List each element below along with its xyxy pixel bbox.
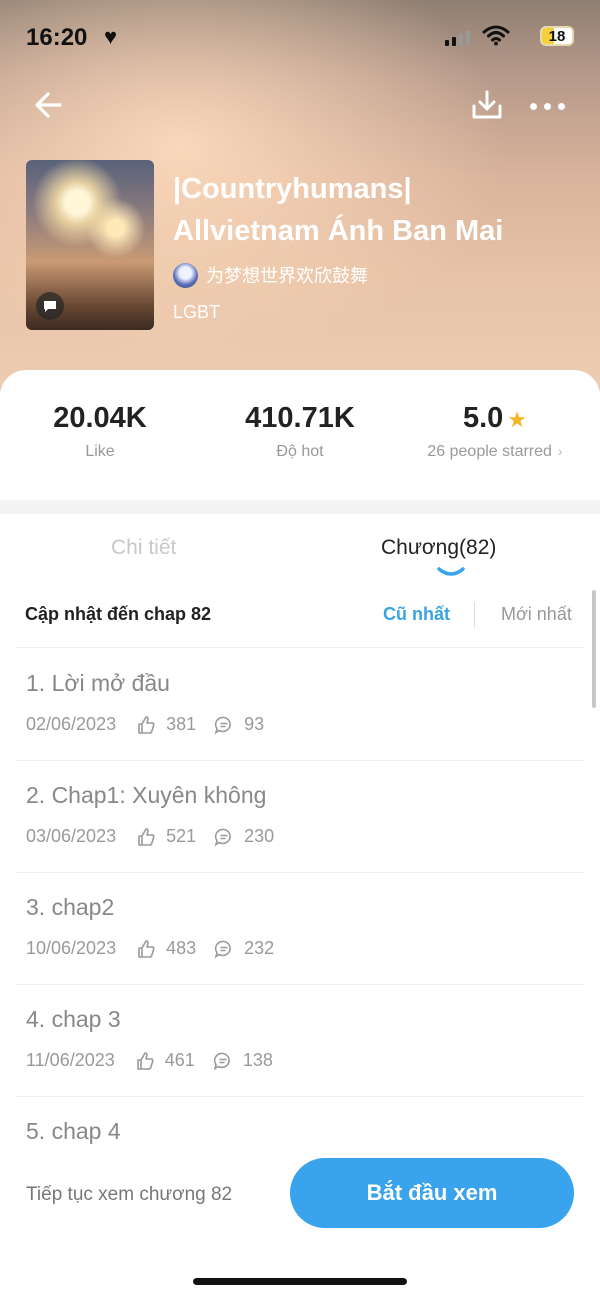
update-status: Cập nhật đến chap 82 bbox=[25, 604, 212, 624]
stats-card: 20.04K Like 410.71K Độ hot 5.0 ★ 26 peopl… bbox=[0, 370, 600, 500]
back-arrow-icon[interactable] bbox=[32, 88, 66, 122]
chapter-date: 10/06/2023 bbox=[26, 938, 117, 958]
chapter-meta: 02/06/2023 381 93 bbox=[26, 714, 264, 735]
stat-hot: 410.71K Độ hot bbox=[225, 402, 375, 461]
section-divider bbox=[0, 500, 600, 514]
chapter-likes: 461 bbox=[164, 1050, 195, 1070]
book-cover[interactable] bbox=[26, 160, 154, 330]
thumbs-up-icon bbox=[138, 939, 155, 958]
comment-icon bbox=[214, 828, 232, 846]
chapter-comments: 232 bbox=[244, 938, 275, 958]
rating-value: 5.0 bbox=[462, 402, 504, 434]
chapter-title: 2. Chap1: Xuyên không bbox=[26, 782, 267, 808]
stat-rating[interactable]: 5.0 ★ 26 people starred › bbox=[410, 402, 580, 461]
chapter-title: 4. chap 3 bbox=[26, 1006, 121, 1032]
likes-count: 20.04K bbox=[53, 402, 147, 434]
continue-reading-text[interactable]: Tiếp tục xem chương 82 bbox=[26, 1184, 232, 1206]
chapter-likes: 521 bbox=[166, 826, 197, 846]
tab-active-indicator bbox=[437, 567, 465, 576]
author-avatar bbox=[173, 262, 198, 288]
chapter-date: 02/06/2023 bbox=[26, 714, 117, 734]
stat-likes: 20.04K Like bbox=[30, 402, 170, 461]
book-title: |Countryhumans| Allvietnam Ánh Ban Mai bbox=[173, 168, 573, 252]
chapter-title: 5. chap 4 bbox=[26, 1118, 121, 1144]
book-title-line1: |Countryhumans| bbox=[173, 173, 412, 205]
chapter-item[interactable]: 1. Lời mở đầu 02/06/2023 381 93 bbox=[16, 648, 584, 761]
thumbs-up-icon bbox=[136, 1051, 154, 1070]
chapter-title: 1. Lời mở đầu bbox=[26, 670, 170, 696]
chapter-comments: 230 bbox=[244, 826, 275, 846]
thumbs-up-icon bbox=[138, 715, 155, 734]
chapter-meta: 10/06/2023 483 232 bbox=[26, 938, 274, 959]
chapter-item[interactable]: 4. chap 3 11/06/2023 461 138 bbox=[16, 984, 584, 1097]
chapter-list-header: Cập nhật đến chap 82 Cũ nhất Mới nhất bbox=[25, 602, 575, 628]
comment-icon bbox=[36, 292, 64, 320]
chapter-meta: 03/06/2023 521 230 bbox=[26, 826, 274, 847]
author-row[interactable]: 为梦想世界欢欣鼓舞 bbox=[173, 262, 368, 288]
chapter-meta: 11/06/2023 461 138 bbox=[26, 1050, 273, 1071]
tab-chapters[interactable]: Chương(82) bbox=[381, 536, 496, 560]
chapter-date: 11/06/2023 bbox=[26, 1050, 115, 1070]
status-time: 16:20 bbox=[26, 24, 88, 51]
chapter-likes: 381 bbox=[166, 714, 197, 734]
hot-label: Độ hot bbox=[276, 443, 324, 460]
home-indicator[interactable] bbox=[193, 1278, 407, 1285]
comment-icon bbox=[213, 1052, 230, 1070]
chapter-item[interactable]: 2. Chap1: Xuyên không 03/06/2023 521 230 bbox=[16, 760, 584, 873]
bottom-action-bar: Tiếp tục xem chương 82 Bắt đầu xem bbox=[0, 1150, 600, 1299]
thumbs-up-icon bbox=[138, 827, 155, 846]
comment-icon bbox=[214, 716, 232, 734]
likes-label: Like bbox=[85, 443, 115, 460]
sort-newest-button[interactable]: Mới nhất bbox=[501, 604, 572, 625]
battery-indicator: 18 bbox=[540, 26, 574, 46]
status-bar: 16:20 ♥ 18 bbox=[26, 22, 574, 52]
chapter-date: 03/06/2023 bbox=[26, 826, 117, 846]
genre-tag[interactable]: LGBT bbox=[173, 302, 220, 323]
chapter-likes: 483 bbox=[166, 938, 197, 958]
author-name: 为梦想世界欢欣鼓舞 bbox=[206, 266, 368, 286]
rating-label: 26 people starred bbox=[427, 443, 552, 460]
wifi-icon bbox=[482, 25, 510, 46]
comment-icon bbox=[214, 940, 232, 958]
start-reading-button[interactable]: Bắt đầu xem bbox=[290, 1158, 574, 1228]
heart-icon: ♥ bbox=[104, 24, 118, 49]
chapter-title: 3. chap2 bbox=[26, 894, 115, 920]
chapter-comments: 93 bbox=[244, 714, 265, 734]
chevron-right-icon: › bbox=[557, 443, 563, 459]
more-icon[interactable] bbox=[530, 96, 570, 116]
star-icon: ★ bbox=[507, 407, 528, 432]
cellular-signal-icon bbox=[445, 30, 470, 46]
book-title-line2: Allvietnam Ánh Ban Mai bbox=[173, 215, 504, 247]
sort-oldest-button[interactable]: Cũ nhất bbox=[383, 604, 450, 625]
tab-detail[interactable]: Chi tiết bbox=[111, 536, 176, 560]
download-icon[interactable] bbox=[470, 88, 504, 122]
chapter-comments: 138 bbox=[242, 1050, 273, 1070]
book-header: 16:20 ♥ 18 |Countryhumans| Allvietnam Án… bbox=[0, 0, 600, 420]
sort-divider bbox=[474, 602, 475, 628]
scrollbar[interactable] bbox=[592, 590, 596, 708]
chapter-item[interactable]: 3. chap2 10/06/2023 483 232 bbox=[16, 872, 584, 985]
hot-count: 410.71K bbox=[245, 402, 355, 434]
